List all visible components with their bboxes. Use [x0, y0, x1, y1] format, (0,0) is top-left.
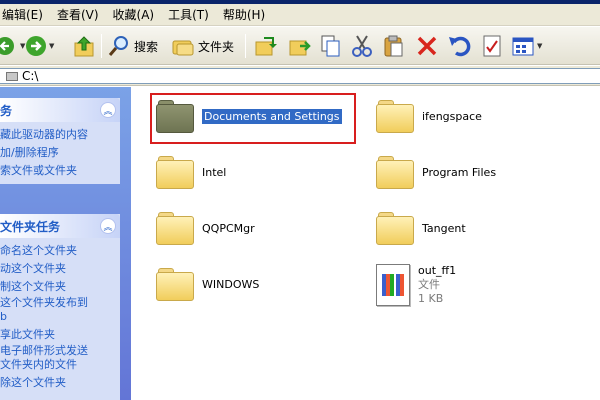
system-tasks-header[interactable]: 务 ︽ — [0, 98, 120, 122]
folder-label: QQPCMgr — [202, 221, 255, 235]
folder-label: Intel — [202, 165, 227, 179]
folder-icon — [156, 266, 196, 302]
task-hide-drive-contents[interactable]: 藏此驱动器的内容 — [0, 126, 120, 144]
folders-label: 文件夹 — [198, 39, 235, 54]
file-folder-tasks-header[interactable]: 文件夹任务 ︽ — [0, 214, 120, 238]
task-copy-folder[interactable]: 制这个文件夹 — [0, 278, 120, 296]
folder-label: Program Files — [422, 165, 497, 179]
search-icon — [108, 36, 128, 56]
address-input[interactable]: C:\ — [0, 68, 600, 84]
file-info: out_ff1 文件 1 KB — [418, 264, 456, 306]
copy-to-icon — [289, 40, 311, 56]
drive-icon — [6, 71, 18, 81]
folder-icon — [156, 210, 196, 246]
cut-button[interactable] — [351, 31, 373, 61]
task-email-folder-line1: 电子邮件形式发送 — [0, 344, 88, 357]
copy-button[interactable] — [320, 31, 342, 61]
folders-icon — [172, 40, 194, 56]
system-tasks-panel: 务 ︽ 藏此驱动器的内容 加/删除程序 索文件或文件夹 — [0, 98, 120, 184]
task-search-files[interactable]: 索文件或文件夹 — [0, 162, 120, 180]
back-button[interactable]: ▼ — [0, 31, 25, 61]
menu-view[interactable]: 查看(V) — [57, 6, 99, 23]
views-dropdown-icon[interactable]: ▼ — [537, 42, 542, 50]
back-arrow-icon — [0, 37, 14, 55]
folder-item[interactable]: Program Files — [376, 149, 496, 195]
task-publish-folder-line2: b — [0, 310, 7, 323]
address-value: C:\ — [22, 69, 39, 83]
delete-icon — [417, 36, 437, 56]
folder-icon — [376, 154, 416, 190]
paste-button[interactable] — [383, 31, 405, 61]
file-item[interactable]: out_ff1 文件 1 KB — [376, 257, 456, 313]
task-email-folder[interactable]: 电子邮件形式发送 文件夹内的文件 — [0, 344, 120, 372]
move-to-button[interactable] — [254, 31, 278, 61]
menu-favorites[interactable]: 收藏(A) — [113, 6, 155, 23]
folder-label: ifengspace — [422, 109, 482, 123]
forward-dropdown-icon[interactable]: ▼ — [49, 42, 54, 50]
file-name: out_ff1 — [418, 264, 457, 277]
menu-edit[interactable]: 编辑(E) — [2, 6, 43, 23]
views-button[interactable]: ▼ — [511, 31, 542, 61]
chevron-up-icon[interactable]: ︽ — [100, 218, 116, 234]
task-move-folder[interactable]: 动这个文件夹 — [0, 260, 120, 278]
undo-icon — [449, 36, 471, 57]
copy-icon — [321, 35, 340, 57]
up-folder-icon — [74, 36, 94, 57]
task-publish-folder[interactable]: 这个文件夹发布到 b — [0, 296, 120, 324]
search-label: 搜索 — [134, 39, 159, 54]
properties-button[interactable] — [481, 31, 503, 61]
folder-item[interactable]: WINDOWS — [156, 261, 259, 307]
task-delete-folder[interactable]: 除这个文件夹 — [0, 374, 120, 392]
up-button[interactable] — [72, 31, 96, 61]
paste-icon — [384, 35, 403, 57]
copy-to-button[interactable] — [288, 31, 312, 61]
menu-tools[interactable]: 工具(T) — [168, 6, 209, 23]
properties-icon — [483, 35, 501, 57]
file-size: 1 KB — [418, 292, 444, 305]
task-pane: 务 ︽ 藏此驱动器的内容 加/删除程序 索文件或文件夹 文件夹任务 ︽ 命名这个… — [0, 87, 131, 400]
delete-button[interactable] — [416, 31, 438, 61]
document-icon — [376, 264, 410, 306]
folder-item[interactable]: Tangent — [376, 205, 466, 251]
folder-icon — [156, 154, 196, 190]
forward-button[interactable]: ▼ — [25, 31, 54, 61]
toolbar-separator — [101, 34, 102, 58]
file-folder-tasks-title: 文件夹任务 — [0, 219, 61, 234]
task-publish-folder-line1: 这个文件夹发布到 — [0, 296, 88, 309]
file-folder-tasks-panel: 文件夹任务 ︽ 命名这个文件夹 动这个文件夹 制这个文件夹 这个文件夹发布到 b… — [0, 214, 120, 400]
system-tasks-list: 藏此驱动器的内容 加/删除程序 索文件或文件夹 — [0, 122, 120, 184]
task-email-folder-line2: 文件夹内的文件 — [0, 358, 77, 371]
folders-button[interactable]: 文件夹 — [171, 31, 234, 61]
folder-label: WINDOWS — [202, 277, 260, 291]
folder-item[interactable]: QQPCMgr — [156, 205, 255, 251]
search-button[interactable]: 搜索 — [107, 31, 158, 61]
chevron-up-icon[interactable]: ︽ — [100, 102, 116, 118]
menu-bar: 编辑(E) 查看(V) 收藏(A) 工具(T) 帮助(H) — [0, 4, 600, 26]
folder-icon — [376, 98, 416, 134]
toolbar: ▼ ▼ 搜索 文件夹 ▼ — [0, 27, 600, 65]
folder-item[interactable]: ifengspace — [376, 93, 482, 139]
file-folder-tasks-list: 命名这个文件夹 动这个文件夹 制这个文件夹 这个文件夹发布到 b 享此文件夹 电… — [0, 238, 120, 396]
forward-arrow-icon — [26, 36, 46, 56]
folder-icon — [376, 210, 416, 246]
task-share-folder[interactable]: 享此文件夹 — [0, 326, 120, 344]
views-icon — [512, 37, 534, 56]
menu-help[interactable]: 帮助(H) — [223, 6, 265, 23]
address-bar: C:\ — [0, 66, 600, 86]
file-type: 文件 — [418, 278, 440, 291]
undo-button[interactable] — [447, 31, 471, 61]
system-tasks-title: 务 — [0, 103, 13, 118]
toolbar-separator — [245, 34, 246, 58]
cut-icon — [352, 35, 372, 57]
move-to-icon — [255, 37, 277, 56]
task-add-remove-programs[interactable]: 加/删除程序 — [0, 144, 120, 162]
highlight-box — [150, 93, 356, 144]
folder-item[interactable]: Intel — [156, 149, 226, 195]
task-rename-folder[interactable]: 命名这个文件夹 — [0, 242, 120, 260]
folder-label: Tangent — [422, 221, 466, 235]
